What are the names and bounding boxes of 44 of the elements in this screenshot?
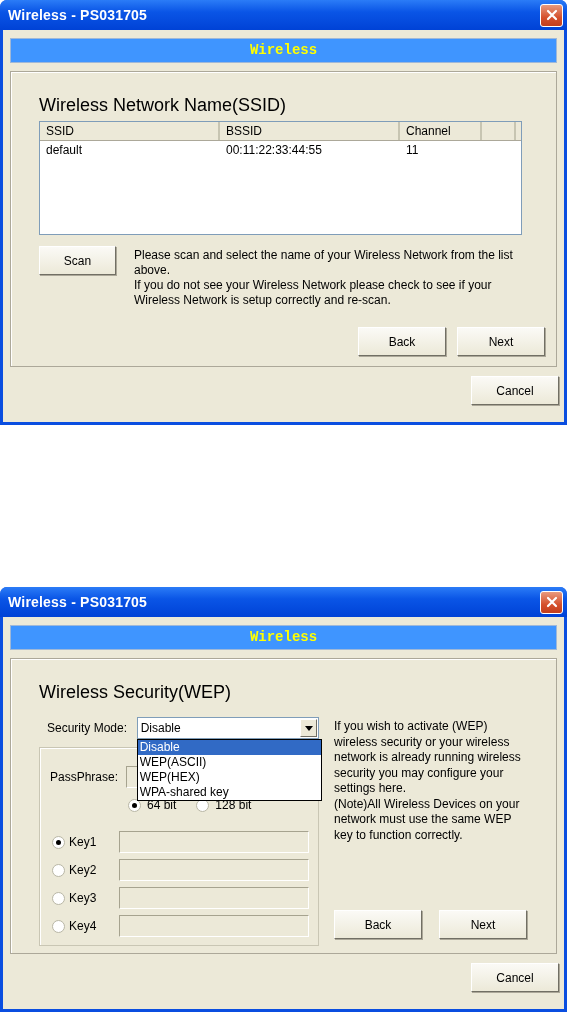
field-label: Security Mode: — [47, 721, 129, 735]
column-header[interactable]: SSID — [40, 122, 220, 140]
radio-button[interactable] — [52, 891, 65, 905]
radio-button[interactable] — [52, 863, 65, 877]
help-text: If you do not see your Wireless Network please check to see if your Wireless Network is setup correctly and re-scan. — [134, 278, 493, 308]
help-text: If you wish to activate (WEP) wireless security or your wireless network is already running wireless security you may configure your settings here. — [334, 719, 522, 797]
window-title: Wireless - PS031705 — [8, 7, 148, 23]
radio-label: Key3 — [69, 891, 98, 905]
window-title: Wireless - PS031705 — [8, 594, 148, 610]
dropdown-option[interactable]: WPA-shared key — [137, 785, 321, 800]
section-heading: Wireless Network Name(SSID) — [39, 94, 288, 117]
help-text: (Note)All Wireless Devices on your network must use the same WEP key to function correctly. — [334, 796, 521, 843]
dialog-button[interactable]: Next — [457, 327, 545, 356]
dialog-button[interactable]: Next — [439, 910, 527, 939]
close-icon[interactable] — [540, 590, 563, 614]
dropdown-option[interactable]: Disable — [137, 740, 321, 755]
key-field[interactable] — [119, 915, 309, 937]
dialog-button[interactable]: Back — [358, 327, 446, 356]
dialog-button[interactable]: Back — [334, 910, 422, 939]
close-icon[interactable] — [540, 3, 563, 27]
dialog-button[interactable]: Cancel — [471, 963, 559, 992]
field-label: PassPhrase: — [50, 770, 120, 784]
radio-label: Key2 — [69, 863, 98, 877]
column-header[interactable]: BSSID — [220, 122, 400, 140]
radio-button[interactable] — [52, 919, 65, 933]
help-text: Please scan and select the name of your Wireless Network from the list above. — [134, 248, 514, 278]
key-field[interactable] — [119, 831, 309, 853]
dropdown-option[interactable]: WEP(HEX) — [137, 770, 321, 785]
key-field[interactable] — [119, 859, 309, 881]
banner: Wireless — [10, 625, 557, 650]
radio-button[interactable] — [128, 798, 141, 812]
banner: Wireless — [10, 38, 557, 63]
radio-button[interactable] — [52, 835, 65, 849]
table-cell-text: default — [45, 142, 84, 159]
table-cell-text: 11 — [405, 142, 420, 159]
section-heading: Wireless Security(WEP) — [39, 681, 232, 704]
dialog-button[interactable]: Cancel — [471, 376, 559, 405]
radio-label: Key4 — [69, 919, 98, 933]
dropdown-option[interactable]: WEP(ASCII) — [137, 755, 321, 770]
key-field[interactable] — [119, 887, 309, 909]
table-cell-text: 00:11:22:33:44:55 — [225, 142, 323, 159]
column-header[interactable]: Channel — [400, 122, 482, 140]
radio-label: Key1 — [69, 835, 98, 849]
dialog-button[interactable]: Scan — [39, 246, 116, 275]
